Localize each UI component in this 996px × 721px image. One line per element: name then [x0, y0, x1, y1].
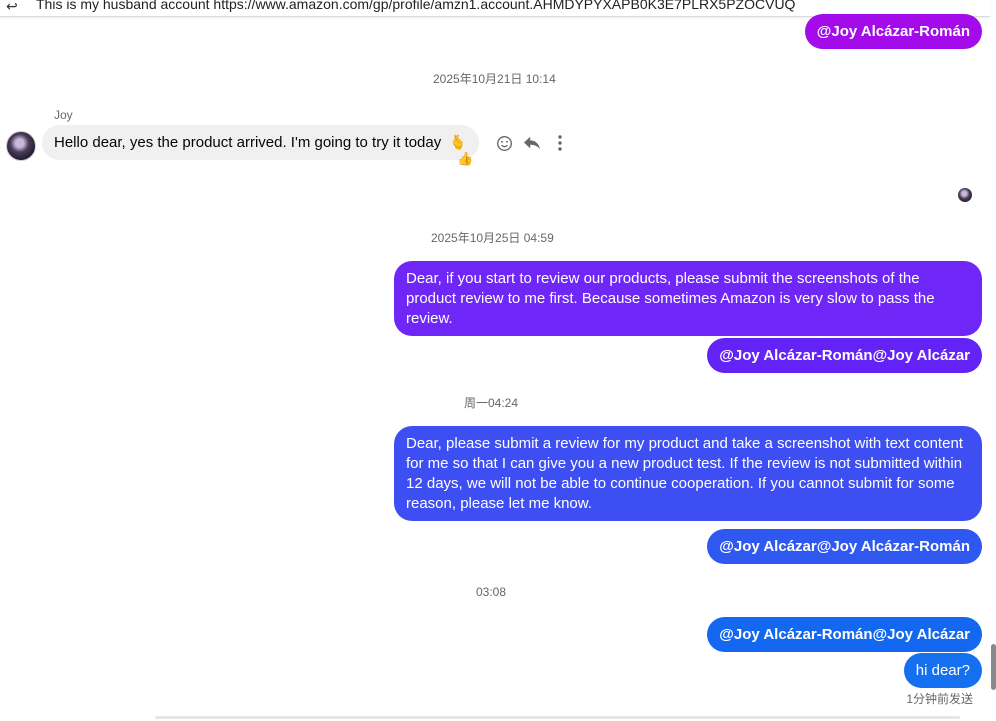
- outgoing-message-bubble[interactable]: Dear, please submit a review for my prod…: [394, 426, 982, 521]
- hand-emoji: 🫰: [449, 134, 467, 150]
- avatar[interactable]: [6, 131, 36, 161]
- timestamp: 周一04:24: [464, 396, 519, 410]
- composer-edge: [155, 716, 960, 719]
- scrollbar-thumb[interactable]: [991, 644, 996, 690]
- reply-arrow-icon: ↩: [6, 0, 18, 14]
- timestamp: 2025年10月25日 04:59: [431, 231, 554, 245]
- sender-name: Joy: [54, 108, 73, 122]
- smiley-icon[interactable]: [493, 132, 515, 154]
- timestamp: 03:08: [476, 585, 507, 599]
- read-receipt-avatar: [958, 188, 972, 202]
- mention-bubble[interactable]: @Joy Alcázar-Román: [804, 14, 982, 49]
- more-vertical-icon[interactable]: [549, 132, 571, 154]
- reaction-badge[interactable]: 👍: [457, 151, 473, 167]
- reply-arrow-icon[interactable]: [521, 132, 543, 154]
- reply-preview-text: This is my husband account https://www.a…: [36, 0, 796, 12]
- timestamp: 2025年10月21日 10:14: [433, 72, 556, 86]
- mention-bubble[interactable]: @Joy Alcázar@Joy Alcázar-Román: [707, 529, 982, 564]
- incoming-message-text: Hello dear, yes the product arrived. I'm…: [54, 134, 442, 151]
- incoming-message-bubble[interactable]: Hello dear, yes the product arrived. I'm…: [42, 125, 479, 160]
- mention-bubble[interactable]: @Joy Alcázar-Román@Joy Alcázar: [707, 617, 982, 652]
- mention-bubble[interactable]: @Joy Alcázar-Román@Joy Alcázar: [707, 338, 982, 373]
- sent-status: 1分钟前发送: [906, 692, 973, 706]
- outgoing-message-bubble[interactable]: Dear, if you start to review our product…: [394, 261, 982, 336]
- outgoing-message-bubble[interactable]: hi dear?: [903, 653, 982, 688]
